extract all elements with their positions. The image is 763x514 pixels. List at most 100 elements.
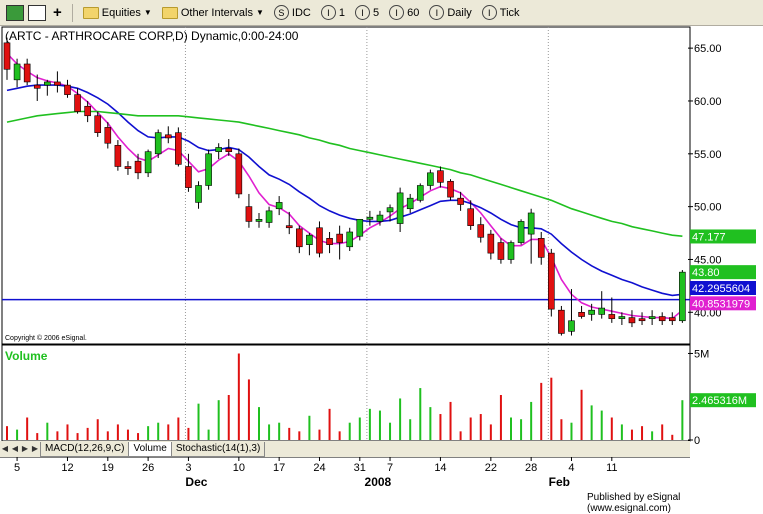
month-label: Dec — [185, 475, 207, 489]
i-circle-icon: I — [481, 5, 497, 20]
candle-body — [84, 105, 91, 117]
x-tick-label: 19 — [102, 462, 114, 474]
equities-label: Equities — [101, 6, 141, 19]
candle-body — [33, 84, 41, 89]
x-tick-label: 26 — [142, 462, 154, 474]
candle-body — [205, 153, 212, 186]
interval-60-label: 60 — [407, 6, 420, 19]
candle-body — [13, 63, 21, 81]
candle-body — [447, 180, 454, 198]
candle-body — [416, 185, 424, 201]
x-tick-label: 28 — [525, 462, 537, 474]
x-tick-label: 31 — [354, 462, 366, 474]
interval-60-button[interactable]: I 60 — [386, 3, 422, 23]
toolbar: + Equities ▼ Other Intervals ▼ S IDC I 1… — [0, 0, 763, 26]
price-tick-label: 65.00 — [694, 43, 722, 55]
chevron-down-icon: ▼ — [255, 8, 264, 17]
candle-body — [406, 197, 414, 210]
candle-body — [175, 132, 182, 165]
candle-body — [185, 166, 192, 188]
i-circle-icon: I — [429, 5, 445, 20]
price-badge-label: 40.8531979 — [692, 298, 750, 310]
price-badge-label: 43.80 — [692, 267, 720, 279]
interval-5-button[interactable]: I 5 — [352, 3, 382, 23]
candle-body — [588, 309, 595, 315]
candle-body — [124, 166, 132, 169]
candle-body — [507, 242, 515, 260]
volume-current-label: 2.465316M — [692, 395, 747, 407]
layout-icon[interactable] — [28, 4, 46, 21]
daily-button[interactable]: I Daily — [426, 3, 474, 23]
candle-body — [638, 318, 646, 322]
candle-body — [558, 309, 565, 334]
candle-body — [366, 216, 374, 220]
candle-body — [114, 145, 122, 167]
scroll-left-icon[interactable]: ◀ — [10, 443, 20, 455]
tab-macd[interactable]: MACD(12,26,9,C) — [40, 441, 130, 457]
folder-icon — [161, 6, 178, 19]
candle-body — [255, 219, 263, 222]
tab-volume[interactable]: Volume — [128, 441, 172, 457]
candle-body — [23, 63, 31, 83]
candle-body — [568, 320, 575, 332]
tab-stochastic[interactable]: Stochastic(14(1),3) — [170, 441, 266, 457]
scroll-right-icon[interactable]: ▶ — [30, 443, 40, 455]
x-tick-label: 5 — [14, 462, 20, 474]
candle-body — [578, 311, 585, 317]
s-circle-icon: S — [273, 5, 289, 20]
candle-body — [336, 233, 343, 243]
scroll-left-icon[interactable]: ◀ — [0, 443, 10, 455]
candle-body — [598, 307, 606, 315]
month-label: Feb — [549, 475, 570, 489]
candle-body — [64, 84, 71, 95]
chart-icon[interactable] — [6, 4, 24, 21]
tick-button[interactable]: I Tick — [479, 3, 523, 23]
price-badge-label: 42.2955604 — [692, 283, 750, 295]
symbol-button[interactable]: S IDC — [271, 3, 314, 23]
candle-body — [44, 81, 51, 86]
x-tick-label: 4 — [568, 462, 574, 474]
candle-body — [467, 208, 474, 226]
x-tick-label: 11 — [606, 462, 617, 474]
other-intervals-dropdown[interactable]: Other Intervals ▼ — [159, 3, 267, 23]
candle-body — [457, 197, 464, 205]
equities-dropdown[interactable]: Equities ▼ — [80, 3, 155, 23]
volume-tick-label: 0 — [694, 435, 700, 447]
candle-body — [134, 160, 142, 174]
x-tick-label: 17 — [273, 462, 285, 474]
candle-body — [618, 316, 626, 319]
candle-body — [427, 172, 434, 186]
price-badge-label: 47.177 — [692, 231, 726, 243]
candle-body — [658, 316, 666, 322]
price-tick-label: 60.00 — [694, 96, 722, 108]
candle-body — [285, 225, 293, 229]
tick-label: Tick — [499, 6, 520, 19]
daily-label: Daily — [447, 6, 472, 19]
scroll-right-icon[interactable]: ▶ — [20, 443, 30, 455]
symbol-label: IDC — [291, 6, 311, 19]
candle-body — [215, 147, 222, 152]
x-tick-label: 24 — [313, 462, 325, 474]
candle-body — [608, 314, 616, 319]
candle-body — [668, 317, 676, 322]
x-tick-label: 3 — [185, 462, 191, 474]
candle-body — [316, 227, 323, 254]
chart-background — [0, 26, 763, 505]
x-tick-label: 14 — [434, 462, 446, 474]
candle-body — [265, 210, 273, 223]
x-tick-label: 7 — [387, 462, 393, 474]
candle-body — [245, 206, 253, 222]
candle-body — [154, 132, 162, 155]
candle-body — [386, 207, 394, 213]
interval-1-button[interactable]: I 1 — [318, 3, 348, 23]
chart-area[interactable]: 65.0060.0055.0050.0045.0040.005M02.46531… — [0, 26, 763, 505]
chart-title: (ARTC - ARTHROCARE CORP,D) Dynamic,0:00-… — [5, 29, 299, 43]
x-tick-label: 10 — [233, 462, 245, 474]
folder-icon — [82, 6, 99, 19]
candle-body — [94, 115, 102, 133]
candle-body — [548, 252, 555, 310]
plus-icon[interactable]: + — [50, 3, 65, 23]
candle-body — [3, 42, 11, 70]
candle-body — [497, 242, 505, 260]
candle-body — [144, 151, 152, 174]
